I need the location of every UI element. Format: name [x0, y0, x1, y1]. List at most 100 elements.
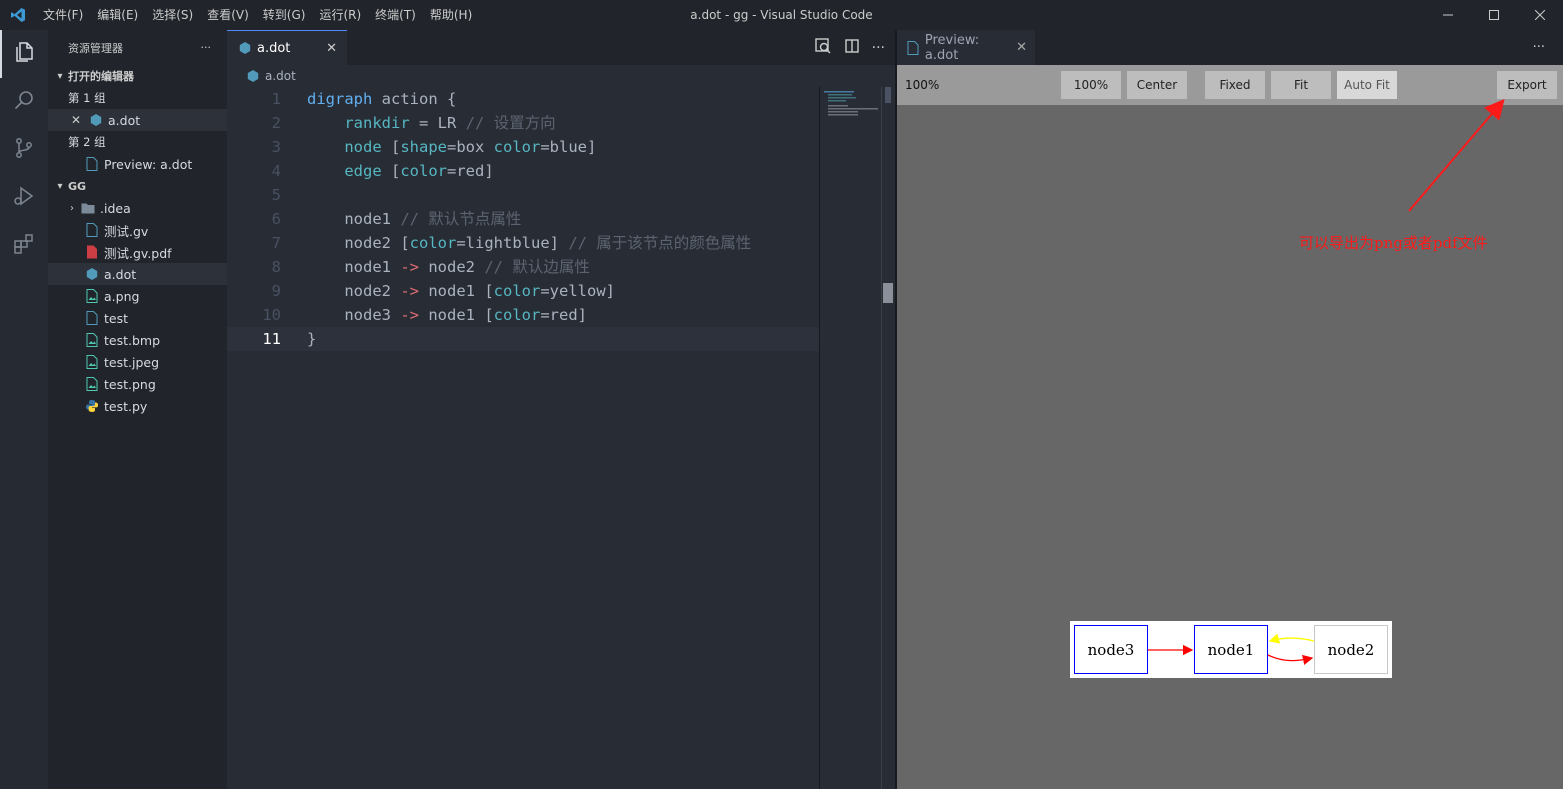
code-line: 5 — [227, 183, 819, 207]
graph-edges — [1148, 633, 1315, 665]
file-name: a.png — [104, 288, 140, 304]
extensions-activity[interactable] — [0, 222, 48, 270]
title-bar: 文件(F) 编辑(E) 选择(S) 查看(V) 转到(G) 运行(R) 终端(T… — [0, 0, 1563, 30]
editor-group-2[interactable]: 第 2 组 — [48, 131, 227, 153]
more-actions-icon[interactable]: ··· — [872, 40, 885, 56]
image-icon — [84, 376, 100, 392]
menu-edit[interactable]: 编辑(E) — [90, 0, 145, 30]
file-name: 测试.gv — [104, 223, 149, 239]
menu-help[interactable]: 帮助(H) — [423, 0, 479, 30]
image-icon — [84, 354, 100, 370]
editor-scrollbar[interactable] — [881, 87, 895, 789]
line-number: 9 — [271, 282, 281, 300]
file-icon — [84, 156, 100, 172]
open-preview-icon[interactable] — [814, 37, 832, 59]
line-number: 11 — [262, 330, 281, 348]
file-name: test — [104, 310, 129, 326]
run-debug-icon — [12, 184, 36, 212]
code-line: 7 node2 [color=lightblue] // 属于该节点的颜色属性 — [227, 231, 819, 255]
menu-file[interactable]: 文件(F) — [36, 0, 90, 30]
file-name: test.png — [104, 376, 156, 392]
extensions-icon — [12, 232, 36, 260]
edge-node2-node1 — [1268, 633, 1315, 644]
menu-view[interactable]: 查看(V) — [200, 0, 256, 30]
source-control-icon — [12, 136, 36, 164]
edge-node1-node2 — [1267, 654, 1314, 665]
file-name: 测试.gv.pdf — [104, 245, 172, 261]
graph-canvas: node3 node1 node2 — [1070, 621, 1392, 678]
files-icon — [12, 40, 36, 68]
tab-label: a.dot — [257, 40, 291, 56]
editor-group-1[interactable]: 第 1 组 — [48, 87, 227, 109]
file-tree-item[interactable]: a.dot — [48, 263, 227, 285]
file-tree-item[interactable]: test.png — [48, 373, 227, 395]
source-control-activity[interactable] — [0, 126, 48, 174]
minimize-button[interactable] — [1425, 0, 1471, 30]
open-editor-preview[interactable]: Preview: a.dot — [48, 153, 227, 175]
search-icon — [12, 88, 36, 116]
menu-terminal[interactable]: 终端(T) — [368, 0, 423, 30]
file-tree-item[interactable]: › .idea — [48, 197, 227, 219]
minimap[interactable] — [819, 87, 881, 789]
open-editors-section[interactable]: ▾ 打开的编辑器 — [48, 65, 227, 87]
menu-selection[interactable]: 选择(S) — [145, 0, 200, 30]
line-number: 5 — [271, 186, 281, 204]
breadcrumb[interactable]: a.dot — [227, 65, 895, 87]
image-icon — [84, 288, 100, 304]
maximize-button[interactable] — [1471, 0, 1517, 30]
file-tree-item[interactable]: test.jpeg — [48, 351, 227, 373]
open-editor-label: Preview: a.dot — [104, 156, 193, 172]
close-icon[interactable]: ✕ — [68, 112, 84, 128]
split-editor-icon[interactable] — [844, 38, 860, 58]
file-tree-item[interactable]: 测试.gv.pdf — [48, 241, 227, 263]
menu-run[interactable]: 运行(R) — [312, 0, 368, 30]
file-tree-item[interactable]: test.py — [48, 395, 227, 417]
file-name: test.bmp — [104, 332, 161, 348]
scrollbar-marker — [883, 283, 893, 303]
close-icon[interactable]: ✕ — [326, 41, 337, 56]
menu-go[interactable]: 转到(G) — [256, 0, 313, 30]
file-tree-item[interactable]: 测试.gv — [48, 219, 227, 241]
search-activity[interactable] — [0, 78, 48, 126]
file-tree-item[interactable]: test — [48, 307, 227, 329]
line-number: 3 — [271, 138, 281, 156]
open-editors-label: 打开的编辑器 — [68, 70, 134, 83]
menu-bar: 文件(F) 编辑(E) 选择(S) 查看(V) 转到(G) 运行(R) 终端(T… — [36, 0, 479, 30]
editor-group: a.dot ✕ ··· a.dot 1 digraph action { 2 ra… — [227, 30, 895, 789]
dot-icon — [237, 40, 253, 56]
sidebar-more-button[interactable]: ··· — [201, 41, 212, 54]
file-name: test.jpeg — [104, 354, 160, 370]
scrollbar-thumb[interactable] — [885, 87, 891, 103]
folder-section[interactable]: ▾ GG — [48, 175, 227, 197]
code-line: 3 node [shape=box color=blue] — [227, 135, 819, 159]
line-number: 6 — [271, 210, 281, 228]
folder-label: GG — [68, 179, 87, 193]
line-number: 2 — [271, 114, 281, 132]
file-tree: › .idea 测试.gv 测试.gv.pdf a.dot a.png test test.b… — [48, 197, 227, 417]
window-controls — [1425, 0, 1563, 30]
file-icon — [84, 310, 100, 326]
chevron-down-icon: ▾ — [57, 180, 63, 192]
code-line: 8 node1 -> node2 // 默认边属性 — [227, 255, 819, 279]
file-name: .idea — [100, 200, 131, 216]
run-debug-activity[interactable] — [0, 174, 48, 222]
file-tree-item[interactable]: test.bmp — [48, 329, 227, 351]
activity-bar — [0, 30, 48, 789]
vscode-logo-icon — [0, 0, 36, 30]
file-tree-item[interactable]: a.png — [48, 285, 227, 307]
explorer-sidebar: 资源管理器 ··· ▾ 打开的编辑器 第 1 组 ✕ a.dot 第 2 组 P… — [48, 30, 227, 789]
open-editor-a-dot[interactable]: ✕ a.dot — [48, 109, 227, 131]
explorer-activity[interactable] — [0, 30, 48, 78]
folder-icon — [80, 200, 96, 216]
code-line-current: 11} — [227, 327, 819, 351]
code-line: 6 node1 // 默认节点属性 — [227, 207, 819, 231]
file-icon — [84, 222, 100, 238]
python-icon — [84, 398, 100, 414]
close-window-button[interactable] — [1517, 0, 1563, 30]
file-name: test.py — [104, 398, 148, 414]
dot-icon — [88, 112, 104, 128]
line-number: 7 — [271, 234, 281, 252]
code-editor[interactable]: 1 digraph action { 2 rankdir = LR // 设置方向… — [227, 87, 819, 789]
annotation-text: 可以导出为png或者pdf文件 — [1299, 234, 1488, 252]
tab-a-dot[interactable]: a.dot ✕ — [227, 30, 347, 65]
